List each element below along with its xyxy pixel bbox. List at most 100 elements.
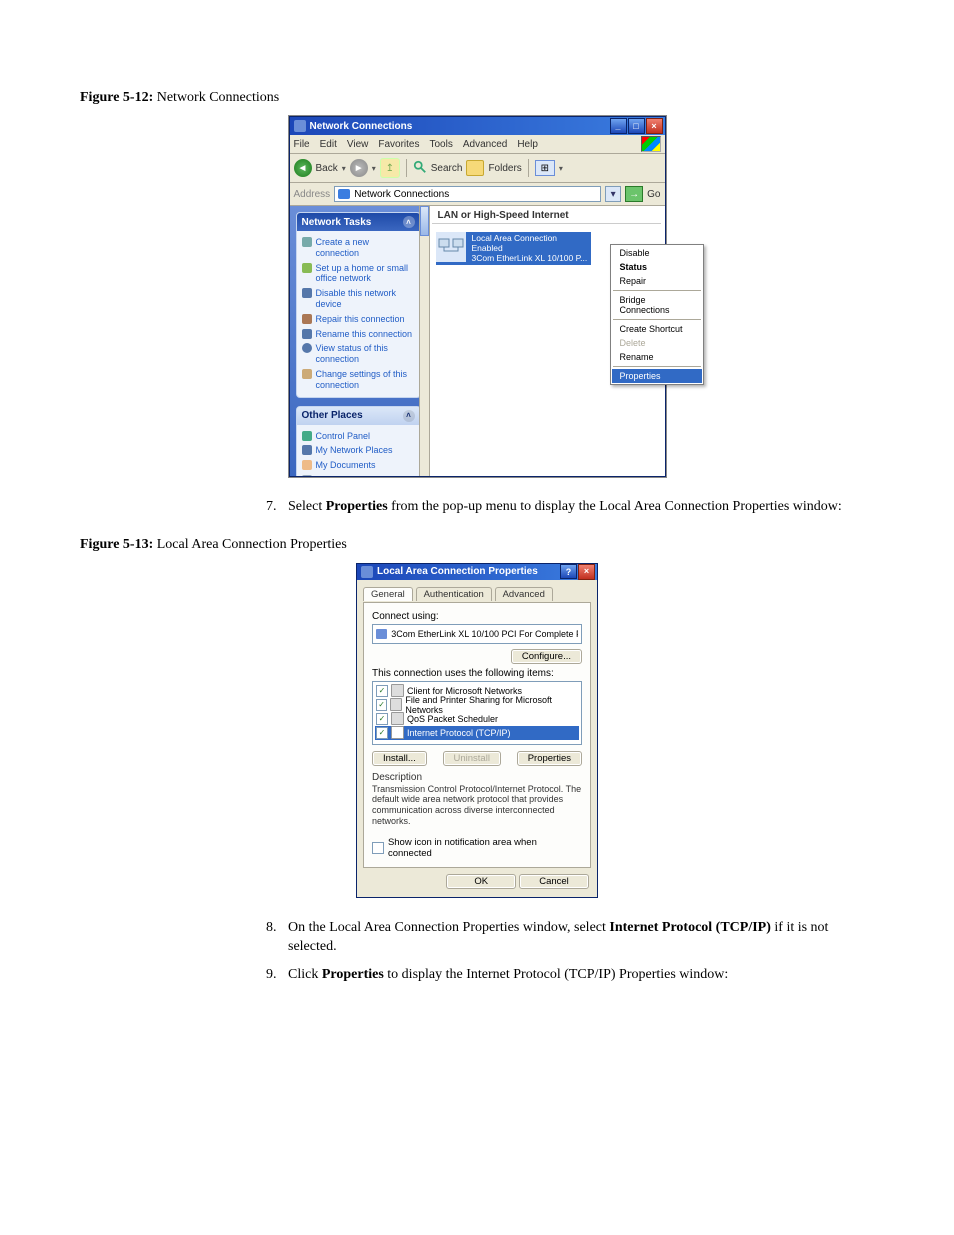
properties-button[interactable]: Properties xyxy=(517,751,582,766)
minimize-button[interactable]: _ xyxy=(610,118,627,134)
other-places-header[interactable]: Other Places ˄ xyxy=(297,407,420,425)
maximize-button[interactable]: □ xyxy=(628,118,645,134)
computer-icon xyxy=(302,475,312,476)
client-icon xyxy=(391,684,404,697)
show-icon-checkbox[interactable]: ✓ xyxy=(372,842,384,854)
close-button[interactable]: × xyxy=(578,564,595,580)
step-8-bold: Internet Protocol (TCP/IP) xyxy=(609,920,770,935)
ctx-properties[interactable]: Properties xyxy=(612,369,702,383)
task-change-settings[interactable]: Change settings of this connection xyxy=(302,367,415,393)
step-list-1: Select Properties from the pop-up menu t… xyxy=(280,497,874,517)
views-dropdown-icon[interactable]: ▾ xyxy=(559,164,563,173)
content-area: LAN or High-Speed Internet Local Area Co… xyxy=(427,206,665,476)
go-button[interactable]: → xyxy=(625,186,643,202)
dialog-title: Local Area Connection Properties xyxy=(377,566,559,577)
checkbox[interactable]: ✓ xyxy=(376,727,388,739)
task-create-connection[interactable]: Create a new connection xyxy=(302,235,415,261)
menu-tools[interactable]: Tools xyxy=(429,139,452,150)
menu-help[interactable]: Help xyxy=(517,139,538,150)
menu-favorites[interactable]: Favorites xyxy=(378,139,419,150)
forward-button[interactable]: ► xyxy=(350,159,368,177)
step-9-bold: Properties xyxy=(322,967,384,982)
folders-label[interactable]: Folders xyxy=(488,163,521,174)
ctx-bridge[interactable]: Bridge Connections xyxy=(612,293,702,317)
menu-advanced[interactable]: Advanced xyxy=(463,139,507,150)
collapse-icon[interactable]: ˄ xyxy=(403,410,415,422)
task-view-status[interactable]: View status of this connection xyxy=(302,341,415,367)
place-network-places[interactable]: My Network Places xyxy=(302,443,415,458)
task-disable-device[interactable]: Disable this network device xyxy=(302,286,415,312)
separator xyxy=(613,366,701,367)
step-list-2: On the Local Area Connection Properties … xyxy=(280,918,874,985)
close-button[interactable]: × xyxy=(646,118,663,134)
rename-icon xyxy=(302,329,312,339)
dialog-titlebar: Local Area Connection Properties ? × xyxy=(357,564,597,580)
scrollbar[interactable] xyxy=(419,206,430,476)
up-button[interactable]: ↥ xyxy=(380,158,400,178)
menu-view[interactable]: View xyxy=(347,139,369,150)
address-dropdown-icon[interactable]: ▾ xyxy=(605,186,621,202)
items-label: This connection uses the following items… xyxy=(372,668,582,679)
collapse-icon[interactable]: ˄ xyxy=(403,216,415,228)
figure-5-12-image: Network Connections _ □ × File Edit View… xyxy=(80,116,874,477)
views-button[interactable]: ⊞ xyxy=(535,160,555,176)
search-label[interactable]: Search xyxy=(431,163,463,174)
items-list[interactable]: ✓ Client for Microsoft Networks ✓ File a… xyxy=(372,681,582,745)
network-tasks-box: Network Tasks ˄ Create a new connection … xyxy=(296,212,421,398)
help-button[interactable]: ? xyxy=(560,564,577,579)
menu-edit[interactable]: Edit xyxy=(320,139,337,150)
figure-5-12-caption: Figure 5-12: Network Connections xyxy=(80,90,874,106)
uninstall-button: Uninstall xyxy=(443,751,501,766)
scrollbar-thumb[interactable] xyxy=(420,206,429,236)
tab-authentication[interactable]: Authentication xyxy=(416,587,492,601)
task-setup-network[interactable]: Set up a home or small office network xyxy=(302,261,415,287)
task-repair[interactable]: Repair this connection xyxy=(302,312,415,327)
repair-icon xyxy=(302,314,312,324)
checkbox[interactable]: ✓ xyxy=(376,699,387,711)
checkbox[interactable]: ✓ xyxy=(376,685,388,697)
search-icon[interactable] xyxy=(413,160,427,177)
ctx-disable[interactable]: Disable xyxy=(612,246,702,260)
checkbox[interactable]: ✓ xyxy=(376,713,388,725)
figure-5-13-caption: Figure 5-13: Local Area Connection Prope… xyxy=(80,537,874,553)
figure-5-12-label: Figure 5-12: xyxy=(80,90,153,105)
local-area-connection-item[interactable]: Local Area Connection Enabled 3Com Ether… xyxy=(436,232,591,265)
task-rename[interactable]: Rename this connection xyxy=(302,327,415,342)
configure-button[interactable]: Configure... xyxy=(511,649,582,664)
description-block: Description Transmission Control Protoco… xyxy=(372,772,582,827)
step-7-post: from the pop-up menu to display the Loca… xyxy=(388,499,842,514)
connection-name: Local Area Connection xyxy=(472,233,588,243)
address-value: Network Connections xyxy=(354,189,449,200)
dialog-icon xyxy=(361,566,373,578)
window-body: Network Tasks ˄ Create a new connection … xyxy=(290,206,665,476)
address-field[interactable]: Network Connections xyxy=(334,186,601,202)
nic-field[interactable]: 3Com EtherLink XL 10/100 PCI For Complet… xyxy=(372,624,582,644)
item-file-sharing[interactable]: ✓ File and Printer Sharing for Microsoft… xyxy=(375,698,579,712)
nic-value: 3Com EtherLink XL 10/100 PCI For Complet… xyxy=(391,629,578,639)
network-tasks-header[interactable]: Network Tasks ˄ xyxy=(297,213,420,231)
description-text: Transmission Control Protocol/Internet P… xyxy=(372,784,582,827)
folders-icon[interactable] xyxy=(466,160,484,176)
cancel-button[interactable]: Cancel xyxy=(519,874,589,889)
place-my-computer[interactable]: My Computer xyxy=(302,473,415,476)
ctx-shortcut[interactable]: Create Shortcut xyxy=(612,322,702,336)
ctx-delete: Delete xyxy=(612,336,702,350)
ctx-rename[interactable]: Rename xyxy=(612,350,702,364)
back-button[interactable]: ◄ xyxy=(294,159,312,177)
back-dropdown-icon[interactable]: ▾ xyxy=(342,164,346,173)
forward-dropdown-icon[interactable]: ▾ xyxy=(372,164,376,173)
place-control-panel[interactable]: Control Panel xyxy=(302,429,415,444)
home-icon xyxy=(302,263,312,273)
network-connections-window: Network Connections _ □ × File Edit View… xyxy=(289,116,666,477)
settings-icon xyxy=(302,369,312,379)
go-label: Go xyxy=(647,189,660,200)
ok-button[interactable]: OK xyxy=(446,874,516,889)
ctx-status[interactable]: Status xyxy=(612,260,702,274)
item-tcpip[interactable]: ✓ Internet Protocol (TCP/IP) xyxy=(375,726,579,740)
ctx-repair[interactable]: Repair xyxy=(612,274,702,288)
tab-general[interactable]: General xyxy=(363,587,413,601)
tab-advanced[interactable]: Advanced xyxy=(495,587,553,601)
place-my-documents[interactable]: My Documents xyxy=(302,458,415,473)
install-button[interactable]: Install... xyxy=(372,751,427,766)
menu-file[interactable]: File xyxy=(294,139,310,150)
